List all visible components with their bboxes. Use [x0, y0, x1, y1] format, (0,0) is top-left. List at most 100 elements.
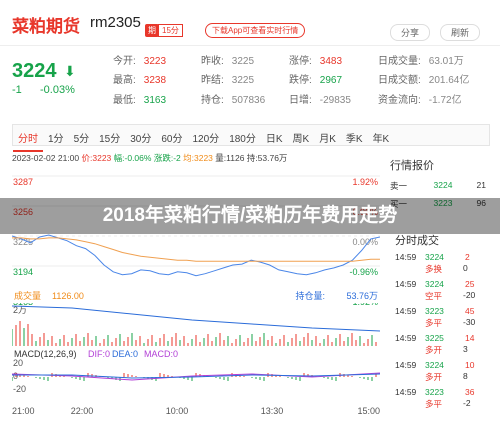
stat-label: 昨结: — [201, 75, 224, 86]
trade-vol: 36 — [465, 387, 475, 397]
trade-oi: -20 — [463, 290, 476, 300]
time-tick: 21:00 — [12, 406, 35, 416]
trade-vol: 10 — [465, 360, 475, 370]
tab-period[interactable]: 30分 — [125, 125, 156, 150]
trade-vol: 14 — [465, 333, 475, 343]
stat-item: 昨收: 3225 — [201, 52, 254, 67]
trade-dir: 空平 — [425, 291, 443, 301]
stat-value: 3225 — [231, 56, 255, 67]
stat-value: 2967 — [319, 75, 343, 86]
stat-value: 201.64亿 — [428, 75, 470, 86]
stat-value: 63.01万 — [428, 56, 464, 67]
stat-label: 资金流向: — [378, 95, 421, 106]
trade-vol: 45 — [465, 306, 475, 316]
stat-value: -29835 — [319, 95, 351, 106]
header: 菜粕期货 rm2305 期 15分 下载App可查看实时行情 分享 刷新 — [0, 0, 500, 46]
price-line — [11, 234, 381, 277]
stat-item: 日成交额: 201.64亿 — [378, 71, 469, 86]
delay-badge: 15分 — [158, 24, 183, 37]
contract-code: rm2305 — [90, 14, 141, 31]
down-arrow-icon: ⬇ — [64, 63, 76, 79]
tab-period[interactable]: 120分 — [188, 125, 225, 150]
tab-period[interactable]: 15分 — [94, 125, 125, 150]
trade-price: 3223 — [425, 306, 444, 316]
stat-label: 日成交额: — [378, 75, 421, 86]
dif-label: DIF:0 — [88, 349, 110, 359]
tab-period[interactable]: 1分 — [43, 125, 69, 150]
time-tick: 15:00 — [357, 406, 380, 416]
time-tick: 22:00 — [71, 406, 94, 416]
stat-item: 昨结: 3225 — [201, 71, 254, 86]
stat-item: 涨停: 3483 — [289, 52, 342, 67]
tab-period[interactable]: 周K — [288, 125, 315, 150]
refresh-button[interactable]: 刷新 — [440, 24, 481, 41]
trade-time: 14:59 — [395, 387, 417, 397]
price-change: -1 — [12, 84, 22, 96]
trade-dir: 多平 — [425, 318, 443, 328]
trade-oi: -2 — [463, 398, 471, 408]
stat-item: 跌停: 2967 — [289, 71, 342, 86]
quote-vol: 21 — [476, 180, 486, 190]
oi-value: 53.76万 — [346, 291, 378, 301]
stat-label: 最高: — [113, 75, 136, 86]
quote-panel-title: 行情报价 — [390, 160, 434, 172]
stat-label: 日成交量: — [378, 56, 421, 67]
tab-period[interactable]: 60分 — [156, 125, 187, 150]
stat-item: 日成交量: 63.01万 — [378, 52, 464, 67]
info-price: 价:3223 — [81, 153, 112, 163]
trade-price: 3224 — [425, 279, 444, 289]
tab-period[interactable]: 5分 — [69, 125, 95, 150]
trade-time: 14:59 — [395, 279, 417, 289]
chart-info-bar: 2023-02-02 21:00 价:3223 幅:-0.06% 涨跌:-2 均… — [12, 152, 287, 164]
stat-item: 持仓: 507836 — [201, 91, 265, 106]
trade-vol: 25 — [465, 279, 475, 289]
price-tick: 3194 — [13, 267, 33, 277]
stat-label: 持仓: — [201, 95, 224, 106]
trade-dir: 多开 — [425, 345, 443, 355]
tab-period[interactable]: 月K — [314, 125, 341, 150]
oi-line — [11, 305, 381, 332]
percent-tick: 1.92% — [352, 177, 378, 187]
stat-value: 3238 — [143, 75, 167, 86]
price-tick: 3287 — [13, 177, 33, 187]
trade-time: 14:59 — [395, 333, 417, 343]
macd-label: MACD(12,26,9) — [14, 349, 77, 359]
info-date: 2023-02-02 21:00 — [12, 153, 80, 163]
stat-item: 最低: 3163 — [113, 91, 166, 106]
stat-value: -1.72亿 — [428, 95, 462, 106]
trade-vol: 2 — [465, 252, 470, 262]
volume-value: 1126.00 — [52, 291, 84, 301]
trade-dir: 多换 — [425, 264, 443, 274]
tab-period[interactable]: 180分 — [224, 125, 261, 150]
stat-label: 最低: — [113, 95, 136, 106]
quote-row: 卖一 3224 21 — [390, 180, 490, 192]
time-tick: 10:00 — [166, 406, 189, 416]
stat-label: 昨收: — [201, 56, 224, 67]
page-title: 菜粕期货 — [12, 17, 80, 36]
stat-item: 今开: 3223 — [113, 52, 166, 67]
info-average: 均:3223 — [183, 153, 213, 163]
stat-label: 跌停: — [289, 75, 312, 86]
last-price: 3224 — [12, 60, 57, 82]
time-tick: 13:30 — [261, 406, 284, 416]
stat-item: 日增: -29835 — [289, 91, 351, 106]
trade-time: 14:59 — [395, 306, 417, 316]
stat-value: 3225 — [231, 75, 255, 86]
period-tabs: 分时 1分 5分 15分 30分 60分 120分 180分 日K 周K 月K 季K 年K — [12, 124, 490, 152]
dea-label: DEA:0 — [112, 349, 138, 359]
tab-period[interactable]: 年K — [368, 125, 395, 150]
trade-price: 3225 — [425, 333, 444, 343]
trade-time: 14:59 — [395, 252, 417, 262]
trade-time: 14:59 — [395, 360, 417, 370]
share-button[interactable]: 分享 — [390, 24, 431, 41]
tab-period[interactable]: 日K — [261, 125, 288, 150]
quote-price: 3224 — [433, 180, 453, 190]
tab-period[interactable]: 分时 — [13, 125, 43, 152]
trades-title: 分时成交 — [395, 235, 439, 247]
download-app-button[interactable]: 下载App可查看实时行情 — [205, 23, 306, 38]
futures-badge: 期 — [145, 24, 159, 37]
trade-dir: 多平 — [425, 399, 443, 409]
stat-label: 今开: — [113, 56, 136, 67]
volume-label: 成交量 — [14, 290, 41, 301]
tab-period[interactable]: 季K — [341, 125, 368, 150]
